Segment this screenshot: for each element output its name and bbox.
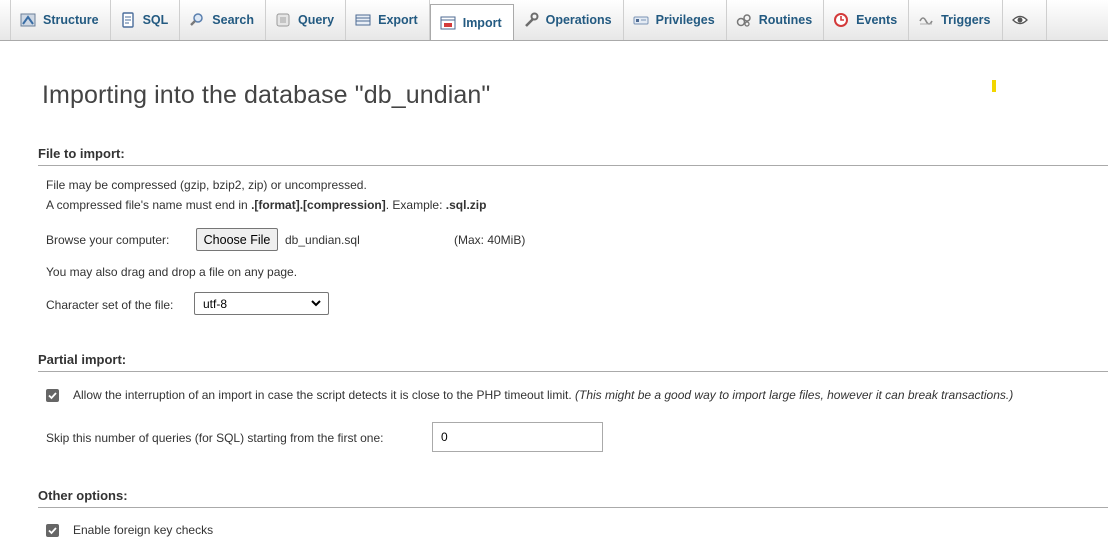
allow-interrupt-text: Allow the interruption of an import in c… <box>73 388 572 402</box>
charset-value: utf-8 <box>203 296 228 311</box>
export-icon <box>355 12 371 28</box>
tab-operations[interactable]: Operations <box>514 0 624 40</box>
wrench-icon <box>523 12 539 28</box>
other-section-heading: Other options: <box>38 488 1108 508</box>
browse-label: Browse your computer: <box>46 233 170 247</box>
tab-label: Events <box>856 13 898 27</box>
skip-queries-input[interactable]: 0 <box>432 422 603 452</box>
allow-interrupt-checkbox[interactable] <box>46 389 59 402</box>
query-icon <box>275 12 291 28</box>
tab-export[interactable]: Export <box>346 0 430 40</box>
foreign-key-label: Enable foreign key checks <box>73 523 214 537</box>
tab-triggers[interactable]: Triggers <box>909 0 1003 40</box>
charset-select[interactable]: utf-8 <box>194 292 329 315</box>
tab-bar: Structure SQL Search Query Export Import <box>0 0 1108 41</box>
marker <box>992 80 996 92</box>
tab-routines[interactable]: Routines <box>727 0 825 40</box>
max-size: (Max: 40MiB) <box>454 233 526 247</box>
drag-drop-note: You may also drag and drop a file on any… <box>46 265 298 279</box>
filename-rule-format: .[format].[compression] <box>251 198 386 212</box>
filename-rule: A compressed file's name must end in .[f… <box>46 198 486 212</box>
privileges-icon <box>633 12 649 28</box>
eye-icon <box>1011 12 1028 28</box>
charset-label: Character set of the file: <box>46 298 174 312</box>
structure-icon <box>20 12 36 28</box>
tab-search[interactable]: Search <box>180 0 266 40</box>
tab-label: SQL <box>142 13 169 27</box>
skip-queries-value: 0 <box>441 430 448 444</box>
search-icon <box>189 12 205 28</box>
tab-events[interactable]: Events <box>824 0 910 40</box>
tab-label: Triggers <box>941 13 991 27</box>
filename-rule-example: .sql.zip <box>445 198 487 212</box>
partial-section-heading: Partial import: <box>38 352 1108 372</box>
filename-rule-mid: . Example: <box>385 198 446 212</box>
foreign-key-checkbox[interactable] <box>46 524 59 537</box>
tab-privileges[interactable]: Privileges <box>624 0 727 40</box>
clock-icon <box>833 12 849 28</box>
routines-icon <box>736 12 752 28</box>
tab-sql[interactable]: SQL <box>111 0 181 40</box>
tab-label: Export <box>378 13 418 27</box>
allow-interrupt-label: Allow the interruption of an import in c… <box>73 388 1013 402</box>
tab-import[interactable]: Import <box>429 4 514 40</box>
tab-label: Import <box>462 16 502 30</box>
tab-label: Search <box>212 13 254 27</box>
triggers-icon <box>918 12 934 28</box>
tab-structure[interactable]: Structure <box>10 0 111 40</box>
allow-interrupt-note: (This might be a good way to import larg… <box>575 388 1014 402</box>
tab-query[interactable]: Query <box>266 0 347 40</box>
sql-icon <box>120 12 136 28</box>
tab-more[interactable] <box>1003 0 1047 40</box>
tab-label: Operations <box>545 13 612 27</box>
page-title: Importing into the database "db_undian" <box>42 81 491 109</box>
tab-label: Structure <box>43 13 99 27</box>
file-section-heading: File to import: <box>38 146 1108 166</box>
filename-rule-prefix: A compressed file's name must end in <box>46 198 252 212</box>
skip-queries-label: Skip this number of queries (for SQL) st… <box>46 431 384 445</box>
tab-label: Routines <box>758 13 813 27</box>
tab-label: Privileges <box>655 13 715 27</box>
compression-note: File may be compressed (gzip, bzip2, zip… <box>46 178 367 192</box>
selected-file-name: db_undian.sql <box>285 233 360 247</box>
choose-file-button[interactable]: Choose File <box>196 228 278 251</box>
chevron-down-icon <box>310 297 322 312</box>
import-icon <box>440 15 456 31</box>
tab-label: Query <box>297 13 335 27</box>
